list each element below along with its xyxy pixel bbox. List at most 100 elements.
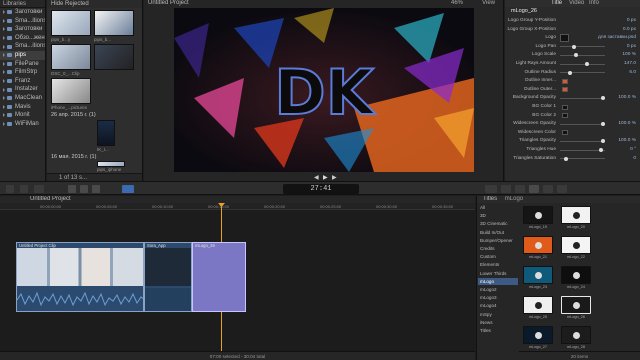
parameter-slider[interactable] bbox=[560, 122, 605, 127]
image-well[interactable] bbox=[560, 34, 569, 43]
color-swatch[interactable] bbox=[562, 78, 568, 84]
parameter-value[interactable]: 100.0 % bbox=[618, 94, 636, 102]
clip-thumbnail[interactable] bbox=[94, 44, 134, 70]
color-swatch[interactable] bbox=[562, 104, 568, 110]
parameter-slider[interactable] bbox=[560, 70, 605, 75]
library-item[interactable]: pips bbox=[0, 50, 45, 60]
parameter-slider[interactable] bbox=[560, 96, 605, 101]
parameter-value[interactable]: 0 px bbox=[627, 17, 636, 25]
transitions-browser-icon[interactable] bbox=[515, 185, 525, 193]
titles-search-field[interactable]: mLogo bbox=[505, 196, 523, 202]
title-clip[interactable]: mLogo_26 bbox=[192, 242, 246, 312]
tab-title[interactable]: Title bbox=[551, 0, 562, 7]
insert-clip-icon[interactable] bbox=[80, 185, 88, 193]
title-category-item[interactable]: Credits bbox=[478, 245, 518, 252]
title-category-item[interactable]: mLogo3 bbox=[478, 294, 518, 301]
title-thumbnail[interactable] bbox=[561, 296, 591, 314]
clip-thumbnail[interactable] bbox=[97, 120, 115, 146]
view-menu[interactable]: View bbox=[482, 0, 495, 7]
title-category-item[interactable]: Elements bbox=[478, 261, 518, 268]
titles-browser-icon[interactable] bbox=[529, 185, 539, 193]
tab-video[interactable]: Video bbox=[569, 0, 584, 7]
viewer-canvas[interactable]: DK bbox=[174, 8, 474, 172]
keyword-icon[interactable] bbox=[20, 185, 28, 193]
disclosure-triangle-icon[interactable] bbox=[3, 96, 5, 101]
clip-thumbnail[interactable] bbox=[51, 44, 91, 70]
library-item[interactable]: Заготовки bbox=[0, 25, 45, 34]
title-category-item[interactable]: mLogo4 bbox=[478, 302, 518, 309]
slider-knob[interactable] bbox=[568, 70, 573, 75]
slider-knob[interactable] bbox=[600, 139, 605, 144]
clip-thumbnail[interactable] bbox=[94, 10, 134, 36]
slider-knob[interactable] bbox=[600, 96, 605, 101]
library-item[interactable]: Instalzer bbox=[0, 85, 45, 94]
date-group-header[interactable]: 16 мая. 2015 г. (1) bbox=[51, 154, 96, 160]
title-category-item[interactable]: Bumper/Opener bbox=[478, 237, 518, 244]
title-category-item[interactable]: Build In/Out bbox=[478, 229, 518, 236]
clip-thumbnail[interactable] bbox=[51, 78, 91, 104]
color-swatch[interactable] bbox=[562, 113, 568, 119]
timecode-display[interactable]: 27:41 bbox=[283, 184, 359, 194]
parameter-slider[interactable] bbox=[560, 156, 605, 161]
disclosure-triangle-icon[interactable] bbox=[3, 53, 5, 58]
parameter-value[interactable]: 0 px bbox=[627, 43, 636, 51]
generators-browser-icon[interactable] bbox=[543, 185, 553, 193]
title-thumbnail[interactable] bbox=[561, 206, 591, 224]
library-item[interactable]: FilePane bbox=[0, 60, 45, 69]
library-item[interactable]: Monit bbox=[0, 111, 45, 120]
video-clip[interactable]: Untitled Project Clip bbox=[16, 242, 144, 312]
disclosure-triangle-icon[interactable] bbox=[3, 79, 5, 84]
title-category-item[interactable]: 3D bbox=[478, 212, 518, 219]
parameter-value[interactable]: 0.0 px bbox=[623, 26, 636, 34]
disclosure-triangle-icon[interactable] bbox=[3, 122, 5, 127]
disclosure-triangle-icon[interactable] bbox=[3, 10, 5, 15]
library-item[interactable]: Franz bbox=[0, 77, 45, 86]
title-category-item[interactable]: iNews bbox=[478, 319, 518, 326]
title-thumbnail[interactable] bbox=[523, 296, 553, 314]
parameter-slider[interactable] bbox=[560, 53, 605, 58]
disclosure-triangle-icon[interactable] bbox=[3, 61, 5, 66]
library-item[interactable]: Заготовки bbox=[0, 8, 45, 17]
library-item[interactable]: WiFiMan bbox=[0, 120, 45, 129]
slider-knob[interactable] bbox=[574, 53, 579, 58]
library-item[interactable]: FilmStrp bbox=[0, 68, 45, 77]
disclosure-triangle-icon[interactable] bbox=[3, 27, 5, 32]
enhance-icon[interactable] bbox=[34, 185, 44, 193]
title-category-item[interactable]: All bbox=[478, 204, 518, 211]
themes-browser-icon[interactable] bbox=[557, 185, 567, 193]
parameter-value[interactable]: 6.0 bbox=[629, 69, 636, 77]
zoom-menu[interactable]: 46% bbox=[451, 0, 463, 7]
title-thumbnail[interactable] bbox=[523, 206, 553, 224]
connect-clip-icon[interactable] bbox=[68, 185, 76, 193]
disclosure-triangle-icon[interactable] bbox=[3, 70, 5, 75]
slider-knob[interactable] bbox=[564, 156, 569, 161]
play-icon[interactable]: ▶ bbox=[323, 174, 328, 181]
slider-knob[interactable] bbox=[584, 62, 589, 66]
title-category-item[interactable]: mLogo bbox=[478, 277, 518, 286]
title-thumbnail[interactable] bbox=[561, 266, 591, 284]
color-swatch[interactable] bbox=[562, 87, 568, 93]
library-item[interactable]: Mavis bbox=[0, 103, 45, 112]
title-category-item[interactable]: mSpy bbox=[478, 311, 518, 318]
library-item[interactable]: Обзо...жений bbox=[0, 34, 45, 43]
append-clip-icon[interactable] bbox=[92, 185, 100, 193]
title-category-item[interactable]: Lower Thirds bbox=[478, 270, 518, 277]
library-item[interactable]: MacClean bbox=[0, 94, 45, 103]
library-item[interactable]: Sma...itions bbox=[0, 17, 45, 26]
title-category-item[interactable]: Titles bbox=[478, 327, 518, 334]
parameter-value[interactable]: для заставки.psd bbox=[598, 34, 636, 42]
timeline-ruler[interactable]: 00:00:00:00 00:00:05:00 00:00:10:00 00:00:1… bbox=[0, 203, 509, 210]
parameter-value[interactable]: 100 % bbox=[622, 51, 636, 59]
title-category-item[interactable]: 3D Cinematic bbox=[478, 220, 518, 227]
title-thumbnail[interactable] bbox=[523, 326, 553, 344]
disclosure-triangle-icon[interactable] bbox=[3, 36, 5, 41]
video-clip[interactable]: Sora_App bbox=[144, 242, 192, 312]
library-item[interactable]: Sma...itions bbox=[0, 42, 45, 51]
disclosure-triangle-icon[interactable] bbox=[3, 113, 5, 118]
date-group-header[interactable]: 26 апр. 2015 г. (1) bbox=[51, 112, 96, 118]
title-category-item[interactable]: mLogo2 bbox=[478, 286, 518, 293]
disclosure-triangle-icon[interactable] bbox=[3, 87, 5, 92]
slider-knob[interactable] bbox=[600, 122, 605, 127]
parameter-value[interactable]: 0 bbox=[633, 155, 636, 163]
title-category-item[interactable]: Custom bbox=[478, 253, 518, 260]
